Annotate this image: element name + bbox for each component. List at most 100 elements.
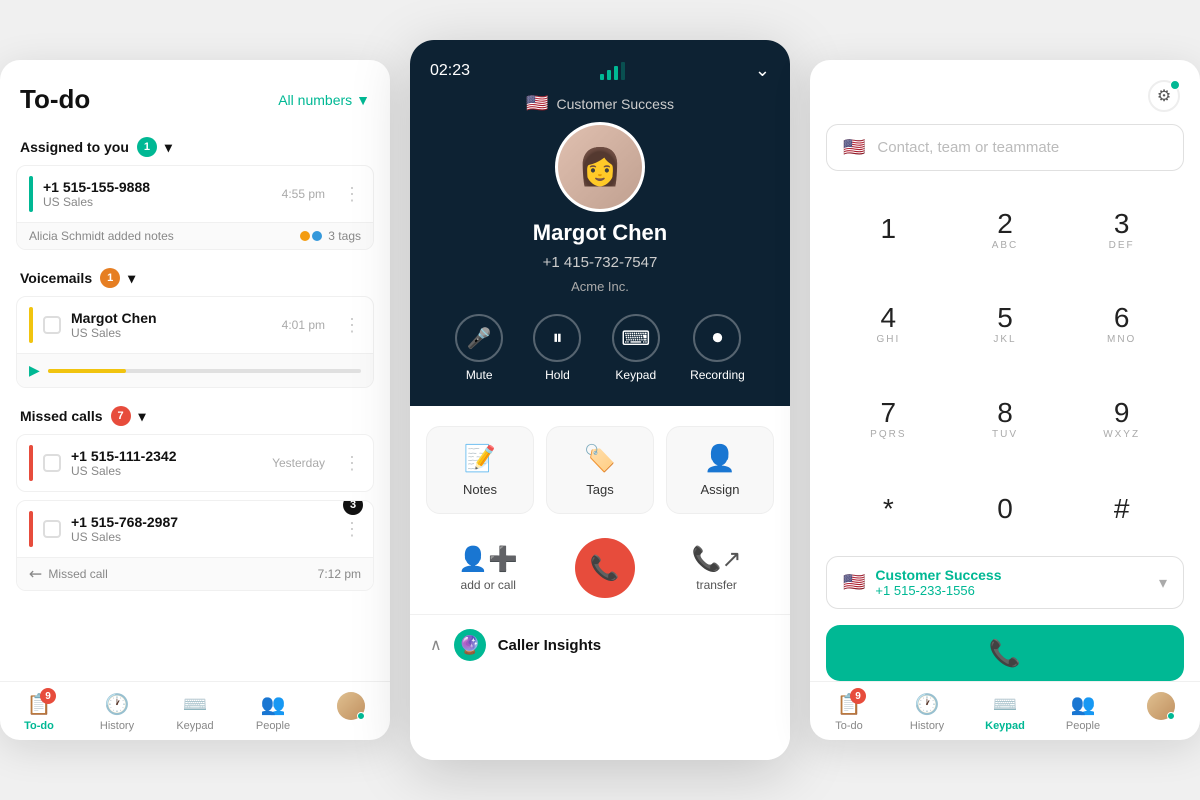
call-menu-icon[interactable]: ⋮ xyxy=(343,184,361,205)
signal-bar-1 xyxy=(600,74,604,80)
key-9[interactable]: 9WXYZ xyxy=(1067,376,1176,463)
recording-button[interactable]: ⏺ Recording xyxy=(690,314,745,382)
call-dark-section: 02:23 ⌄ 🇺🇸 Customer Success 👩 Margot Che… xyxy=(410,40,790,406)
right-bottom-nav: 9 📋 To-do 🕐 History ⌨️ Keypad 👥 People xyxy=(810,681,1200,740)
key-2[interactable]: 2ABC xyxy=(951,187,1060,274)
assign-card[interactable]: 👤 Assign xyxy=(666,426,774,514)
caller-number: +1 415-732-7547 xyxy=(543,254,658,271)
signal-bar-4 xyxy=(621,62,625,80)
missed-checkbox-2[interactable] xyxy=(43,520,61,538)
assigned-section-header: Assigned to you 1 ▾ xyxy=(16,127,374,165)
tags-icon: 🏷️ xyxy=(584,443,616,474)
contact-search[interactable]: 🇺🇸 Contact, team or teammate xyxy=(826,124,1184,171)
keypad-icon: ⌨️ xyxy=(183,692,208,717)
vm-time: 4:01 pm xyxy=(282,318,325,332)
assigned-call-item[interactable]: +1 515-155-9888 US Sales 4:55 pm ⋮ Alici… xyxy=(16,165,374,250)
call-light-section: 📝 Notes 🏷️ Tags 👤 Assign 👤➕ add or call xyxy=(410,406,790,760)
keypad-button[interactable]: ⌨ Keypad xyxy=(612,314,660,382)
contact-search-placeholder: Contact, team or teammate xyxy=(877,139,1167,156)
end-call-button[interactable]: 📞 xyxy=(575,538,635,598)
signal-bar-3 xyxy=(614,66,618,80)
insights-badge-icon: 🔮 xyxy=(459,635,481,656)
todo-nav-badge: 9 xyxy=(40,688,56,704)
missed-number-1: +1 515-111-2342 xyxy=(71,448,262,464)
call-button-icon: 📞 xyxy=(989,638,1021,669)
vm-name: Margot Chen xyxy=(71,310,272,326)
call-note-text: Alicia Schmidt added notes xyxy=(29,229,174,243)
missed-time-1: Yesterday xyxy=(272,456,325,470)
transfer-button[interactable]: 📞↗ transfer xyxy=(692,545,742,592)
line-flag-icon: 🇺🇸 xyxy=(843,572,865,593)
key-8[interactable]: 8TUV xyxy=(951,376,1060,463)
add-or-call-button[interactable]: 👤➕ add or call xyxy=(458,545,518,592)
call-button[interactable]: 📞 xyxy=(826,625,1184,681)
people-icon: 👥 xyxy=(261,692,286,717)
history-icon: 🕐 xyxy=(105,692,130,717)
all-numbers-filter[interactable]: All numbers ▼ xyxy=(278,92,370,108)
avatar-online-indicator xyxy=(357,712,365,720)
caller-insights-bar[interactable]: ∧ 🔮 Caller Insights xyxy=(410,614,790,675)
nav-todo-label: To-do xyxy=(24,720,54,732)
mute-button[interactable]: 🎤 Mute xyxy=(455,314,503,382)
settings-notification-dot xyxy=(1170,80,1180,90)
vm-menu-icon[interactable]: ⋮ xyxy=(343,315,361,336)
missed-call-item-1[interactable]: +1 515-111-2342 US Sales Yesterday ⋮ xyxy=(16,434,374,492)
voicemails-section-header: Voicemails 1 ▾ xyxy=(16,258,374,296)
missed-checkbox-1[interactable] xyxy=(43,454,61,472)
notes-card[interactable]: 📝 Notes xyxy=(426,426,534,514)
missed-sub-1: US Sales xyxy=(71,464,262,478)
missed-menu-1[interactable]: ⋮ xyxy=(343,453,361,474)
missed-number-2: +1 515-768-2987 xyxy=(71,514,325,530)
missed-call-item-2[interactable]: 3 +1 515-768-2987 US Sales ⋮ ↙ Missed ca… xyxy=(16,500,374,591)
signal-bar-2 xyxy=(607,70,611,80)
missed-time-2: 7:12 pm xyxy=(318,567,361,581)
right-nav-history[interactable]: 🕐 History xyxy=(888,692,966,732)
call-indicator-green xyxy=(29,176,33,212)
insights-badge: 🔮 xyxy=(454,629,486,661)
right-nav-avatar[interactable] xyxy=(1122,692,1200,732)
right-people-icon: 👥 xyxy=(1071,692,1096,717)
search-flag-icon: 🇺🇸 xyxy=(843,137,865,158)
call-chevron-down[interactable]: ⌄ xyxy=(755,60,770,81)
key-4[interactable]: 4GHI xyxy=(834,282,943,369)
nav-keypad[interactable]: ⌨️ Keypad xyxy=(156,692,234,732)
key-7[interactable]: 7PQRS xyxy=(834,376,943,463)
nav-todo[interactable]: 9 📋 To-do xyxy=(0,692,78,732)
transfer-icon: 📞↗ xyxy=(692,545,742,574)
missed-menu-2[interactable]: ⋮ xyxy=(343,519,361,540)
key-hash[interactable]: # xyxy=(1067,471,1176,549)
line-selector[interactable]: 🇺🇸 Customer Success +1 515-233-1556 ▾ xyxy=(826,556,1184,609)
right-nav-people[interactable]: 👥 People xyxy=(1044,692,1122,732)
tag-dot-blue xyxy=(312,231,322,241)
play-button[interactable]: ▶ xyxy=(29,362,40,379)
vm-checkbox[interactable] xyxy=(43,316,61,334)
assign-icon: 👤 xyxy=(704,443,736,474)
nav-people[interactable]: 👥 People xyxy=(234,692,312,732)
key-3[interactable]: 3DEF xyxy=(1067,187,1176,274)
key-0[interactable]: 0 xyxy=(951,471,1060,549)
line-chevron: ▾ xyxy=(1159,573,1167,593)
todo-content: Assigned to you 1 ▾ +1 515-155-9888 US S… xyxy=(0,127,390,681)
voicemail-item[interactable]: Margot Chen US Sales 4:01 pm ⋮ ▶ xyxy=(16,296,374,388)
tags-card[interactable]: 🏷️ Tags xyxy=(546,426,654,514)
key-star[interactable]: * xyxy=(834,471,943,549)
caller-company: Acme Inc. xyxy=(571,279,629,294)
right-history-icon: 🕐 xyxy=(915,692,940,717)
hold-button[interactable]: ⏸ Hold xyxy=(533,314,581,382)
right-nav-keypad[interactable]: ⌨️ Keypad xyxy=(966,692,1044,732)
call-number: +1 515-155-9888 xyxy=(43,179,272,195)
tag-dot-orange xyxy=(300,231,310,241)
active-call-panel: 02:23 ⌄ 🇺🇸 Customer Success 👩 Margot Che… xyxy=(410,40,790,760)
right-nav-todo[interactable]: 9 📋 To-do xyxy=(810,692,888,732)
nav-history[interactable]: 🕐 History xyxy=(78,692,156,732)
recording-icon: ⏺ xyxy=(693,314,741,362)
key-1[interactable]: 1 xyxy=(834,187,943,274)
settings-button[interactable]: ⚙ xyxy=(1148,80,1180,112)
line-name: Customer Success xyxy=(875,567,1001,583)
key-5[interactable]: 5JKL xyxy=(951,282,1060,369)
right-nav-keypad-label: Keypad xyxy=(985,720,1025,732)
user-avatar xyxy=(337,692,365,720)
nav-avatar[interactable] xyxy=(312,692,390,732)
key-6[interactable]: 6MNO xyxy=(1067,282,1176,369)
caller-name: Margot Chen xyxy=(533,220,667,246)
